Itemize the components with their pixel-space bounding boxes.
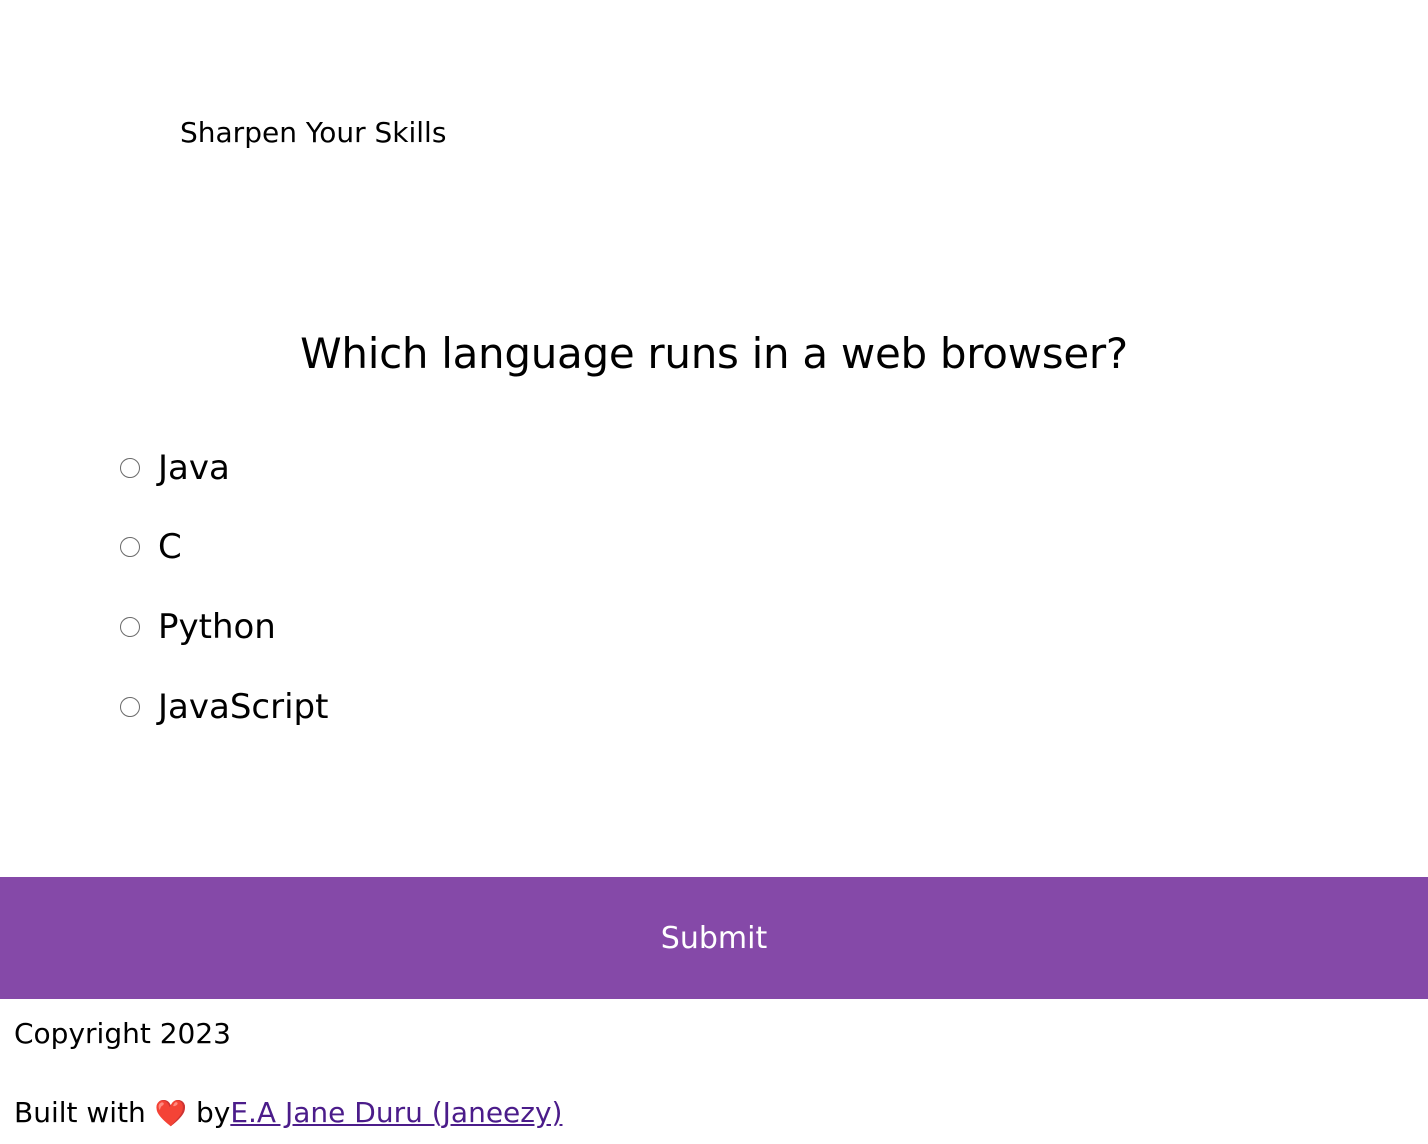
answer-option-java[interactable]: Java [120, 444, 230, 492]
built-with-text: Built with [14, 1096, 155, 1129]
author-link[interactable]: E.A Jane Duru (Janeezy) [230, 1096, 562, 1129]
answer-option-javascript[interactable]: JavaScript [120, 683, 328, 731]
credit-line: Built with ❤️ byE.A Jane Duru (Janeezy) [14, 1093, 562, 1133]
radio-button[interactable] [120, 458, 140, 478]
by-text: by [187, 1096, 231, 1129]
heart-icon: ❤️ [154, 1099, 188, 1129]
answer-label[interactable]: JavaScript [158, 683, 328, 731]
radio-button[interactable] [120, 697, 140, 717]
footer: Copyright 2023 Built with ❤️ byE.A Jane … [14, 1014, 562, 1133]
copyright-text: Copyright 2023 [14, 1017, 231, 1050]
radio-button[interactable] [120, 537, 140, 557]
radio-button[interactable] [120, 617, 140, 637]
answer-label[interactable]: Java [158, 444, 230, 492]
answer-option-python[interactable]: Python [120, 603, 276, 651]
submit-button[interactable]: Submit [0, 877, 1428, 999]
answer-option-c[interactable]: C [120, 523, 182, 571]
quiz-page: Sharpen Your Skills Which language runs … [0, 0, 1428, 1144]
answer-label[interactable]: C [158, 523, 182, 571]
answer-label[interactable]: Python [158, 603, 276, 651]
question-text: Which language runs in a web browser? [300, 329, 1128, 378]
site-title: Sharpen Your Skills [180, 116, 447, 149]
